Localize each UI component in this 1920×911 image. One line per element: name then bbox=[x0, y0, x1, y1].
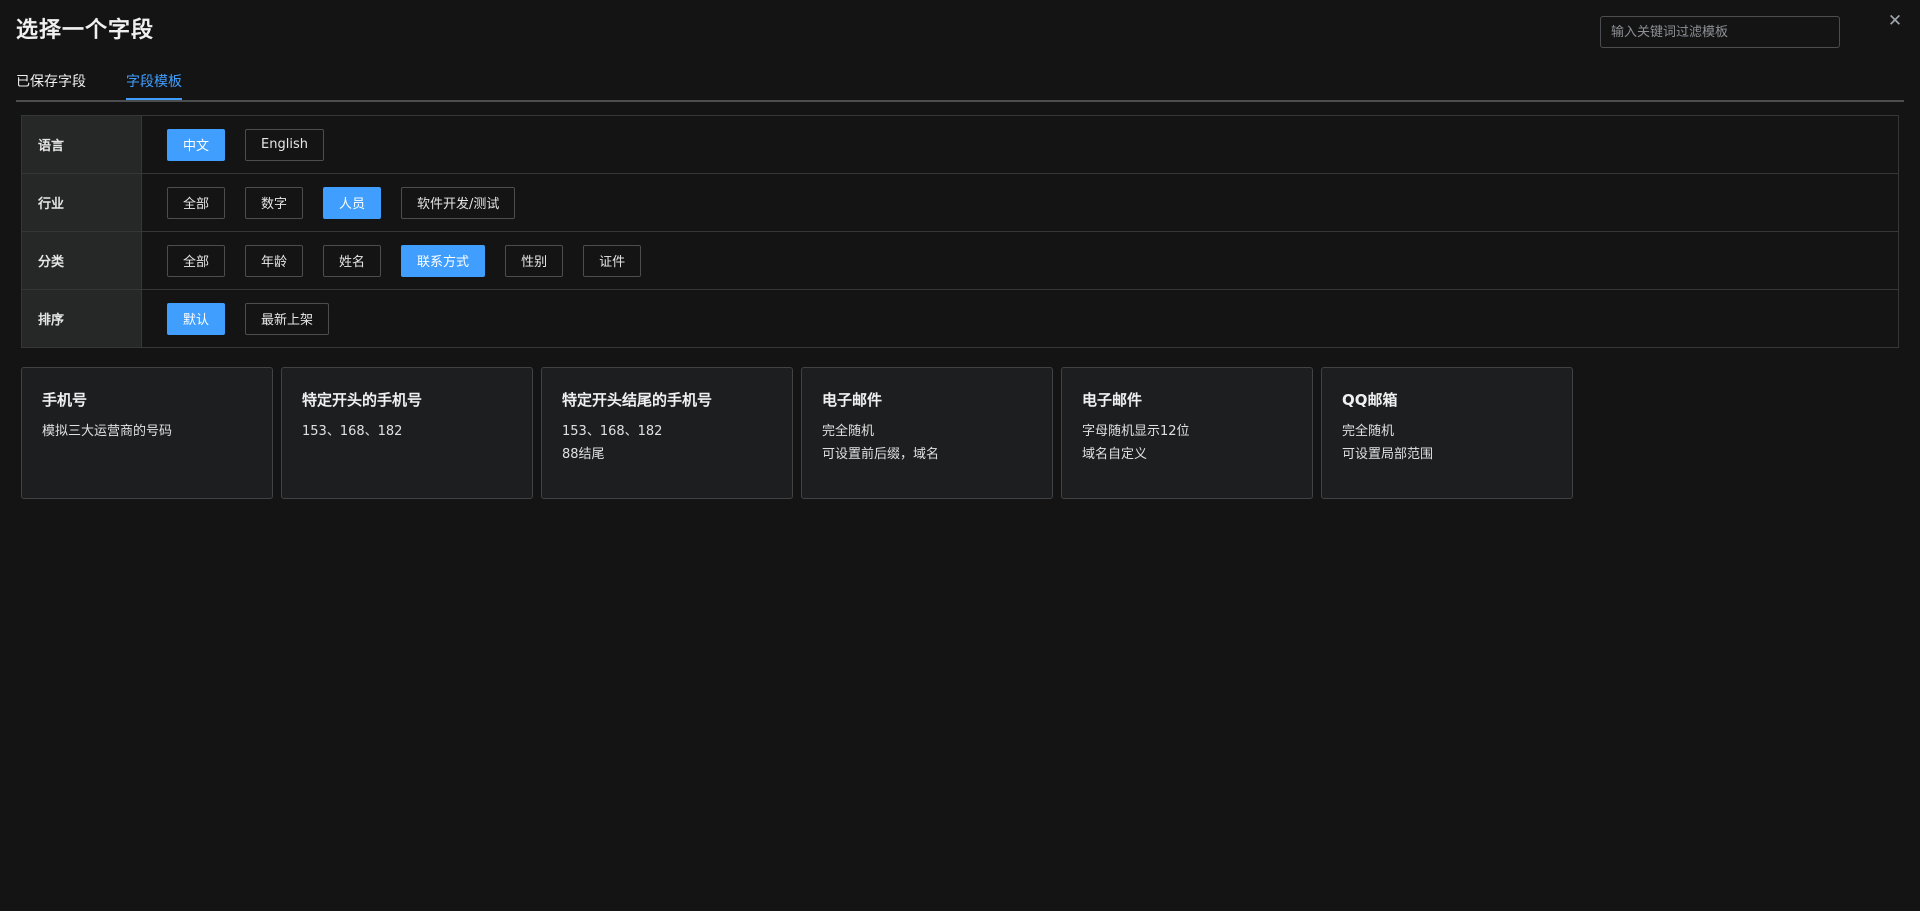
card-title: QQ邮箱 bbox=[1342, 391, 1398, 409]
filter-label-industry: 行业 bbox=[22, 174, 142, 231]
option-industry-software[interactable]: 软件开发/测试 bbox=[401, 186, 516, 219]
filter-row-sort: 排序 默认 最新上架 bbox=[22, 290, 1898, 347]
template-card-mobile-prefix[interactable]: 特定开头的手机号 153、168、182 bbox=[281, 367, 533, 499]
card-title: 电子邮件 bbox=[822, 391, 883, 409]
card-description: 完全随机 bbox=[822, 424, 875, 439]
filter-table: 语言 中文 English 行业 全部 数字 人员 软件开发/测试 分类 全部 … bbox=[21, 115, 1899, 348]
dialog-title: 选择一个字段 bbox=[16, 18, 155, 43]
card-description: 88结尾 bbox=[562, 447, 605, 462]
card-description: 字母随机显示12位 bbox=[1082, 424, 1190, 439]
option-industry-digits[interactable]: 数字 bbox=[245, 186, 304, 219]
filter-label-sort: 排序 bbox=[22, 290, 142, 347]
card-description: 模拟三大运营商的号码 bbox=[42, 424, 173, 439]
template-card-qq-email[interactable]: QQ邮箱 完全随机 可设置局部范围 bbox=[1321, 367, 1573, 499]
filter-label-language: 语言 bbox=[22, 116, 142, 173]
tab-saved-fields[interactable]: 已保存字段 bbox=[16, 72, 86, 98]
template-card-email-random[interactable]: 电子邮件 完全随机 可设置前后缀，域名 bbox=[801, 367, 1053, 499]
card-title: 手机号 bbox=[42, 391, 88, 409]
tab-field-templates[interactable]: 字段模板 bbox=[126, 72, 182, 100]
option-category-id-document[interactable]: 证件 bbox=[583, 244, 642, 277]
card-description: 153、168、182 bbox=[302, 424, 403, 439]
option-category-gender[interactable]: 性别 bbox=[505, 244, 564, 277]
tab-bar: 已保存字段 字段模板 bbox=[16, 70, 1904, 102]
filter-options-category: 全部 年龄 姓名 联系方式 性别 证件 bbox=[142, 232, 642, 289]
option-category-name[interactable]: 姓名 bbox=[323, 244, 382, 277]
close-icon[interactable]: ✕ bbox=[1886, 12, 1904, 30]
card-description: 可设置前后缀，域名 bbox=[822, 447, 940, 462]
filter-options-language: 中文 English bbox=[142, 116, 324, 173]
template-search-input[interactable] bbox=[1600, 16, 1840, 48]
card-description: 完全随机 bbox=[1342, 424, 1395, 439]
template-card-mobile-prefix-suffix[interactable]: 特定开头结尾的手机号 153、168、182 88结尾 bbox=[541, 367, 793, 499]
option-language-english[interactable]: English bbox=[245, 128, 324, 161]
filter-row-category: 分类 全部 年龄 姓名 联系方式 性别 证件 bbox=[22, 232, 1898, 290]
option-sort-newest[interactable]: 最新上架 bbox=[245, 302, 330, 335]
option-industry-all[interactable]: 全部 bbox=[167, 186, 226, 219]
card-description: 域名自定义 bbox=[1082, 447, 1148, 462]
option-category-all[interactable]: 全部 bbox=[167, 244, 226, 277]
option-sort-default[interactable]: 默认 bbox=[167, 302, 226, 335]
option-category-contact[interactable]: 联系方式 bbox=[401, 244, 486, 277]
option-language-chinese[interactable]: 中文 bbox=[167, 128, 226, 161]
filter-options-sort: 默认 最新上架 bbox=[142, 290, 330, 347]
filter-row-industry: 行业 全部 数字 人员 软件开发/测试 bbox=[22, 174, 1898, 232]
card-title: 特定开头结尾的手机号 bbox=[562, 391, 713, 409]
card-title: 电子邮件 bbox=[1082, 391, 1143, 409]
template-card-mobile[interactable]: 手机号 模拟三大运营商的号码 bbox=[21, 367, 273, 499]
card-description: 可设置局部范围 bbox=[1342, 447, 1434, 462]
filter-options-industry: 全部 数字 人员 软件开发/测试 bbox=[142, 174, 516, 231]
filter-row-language: 语言 中文 English bbox=[22, 116, 1898, 174]
card-description: 153、168、182 bbox=[562, 424, 663, 439]
template-card-list: 手机号 模拟三大运营商的号码 特定开头的手机号 153、168、182 特定开头… bbox=[21, 367, 1573, 499]
filter-label-category: 分类 bbox=[22, 232, 142, 289]
select-field-dialog: 选择一个字段 ✕ 已保存字段 字段模板 语言 中文 English 行业 全部 … bbox=[0, 0, 1920, 911]
option-industry-person[interactable]: 人员 bbox=[323, 186, 382, 219]
template-card-email-letters[interactable]: 电子邮件 字母随机显示12位 域名自定义 bbox=[1061, 367, 1313, 499]
option-category-age[interactable]: 年龄 bbox=[245, 244, 304, 277]
card-title: 特定开头的手机号 bbox=[302, 391, 423, 409]
